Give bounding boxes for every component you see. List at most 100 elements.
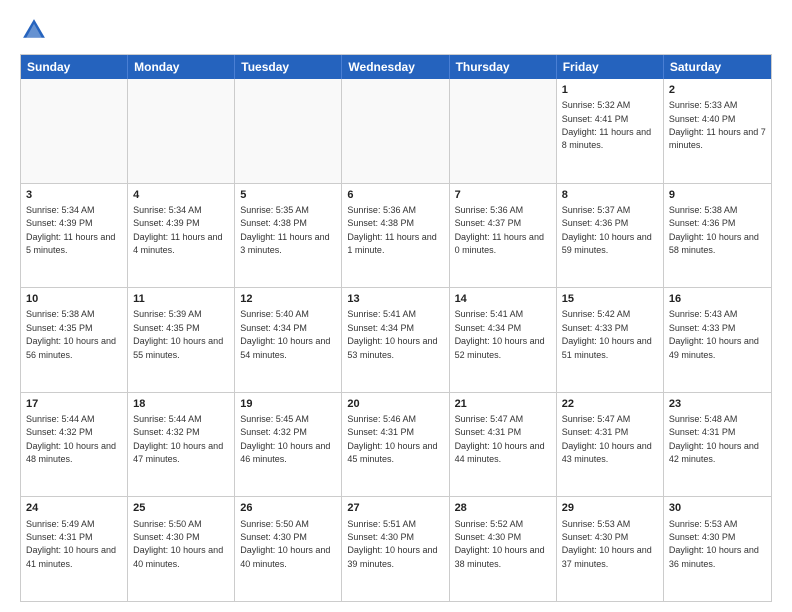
day-number: 23 — [669, 397, 766, 411]
calendar-cell: 24 Sunrise: 5:49 AMSunset: 4:31 PMDayligh… — [21, 497, 128, 601]
weekday-header: Saturday — [664, 55, 771, 79]
cell-text: Sunrise: 5:46 AMSunset: 4:31 PMDaylight:… — [347, 414, 437, 464]
day-number: 5 — [240, 188, 336, 202]
cell-text: Sunrise: 5:48 AMSunset: 4:31 PMDaylight:… — [669, 414, 759, 464]
calendar-row: 24 Sunrise: 5:49 AMSunset: 4:31 PMDayligh… — [21, 496, 771, 601]
cell-text: Sunrise: 5:53 AMSunset: 4:30 PMDaylight:… — [669, 519, 759, 569]
day-number: 27 — [347, 501, 443, 515]
cell-text: Sunrise: 5:32 AMSunset: 4:41 PMDaylight:… — [562, 100, 651, 150]
calendar-cell — [235, 79, 342, 183]
calendar-header: SundayMondayTuesdayWednesdayThursdayFrid… — [21, 55, 771, 79]
day-number: 30 — [669, 501, 766, 515]
day-number: 13 — [347, 292, 443, 306]
weekday-header: Monday — [128, 55, 235, 79]
day-number: 1 — [562, 83, 658, 97]
cell-text: Sunrise: 5:44 AMSunset: 4:32 PMDaylight:… — [26, 414, 116, 464]
calendar-cell: 15Sunrise: 5:42 AMSunset: 4:33 PMDayligh… — [557, 288, 664, 392]
calendar-cell: 2 Sunrise: 5:33 AMSunset: 4:40 PMDaylight… — [664, 79, 771, 183]
day-number: 29 — [562, 501, 658, 515]
calendar-cell: 20 Sunrise: 5:46 AMSunset: 4:31 PMDayligh… — [342, 393, 449, 497]
calendar-cell: 5 Sunrise: 5:35 AMSunset: 4:38 PMDaylight… — [235, 184, 342, 288]
logo-icon — [20, 16, 48, 44]
day-number: 28 — [455, 501, 551, 515]
calendar-cell: 27 Sunrise: 5:51 AMSunset: 4:30 PMDayligh… — [342, 497, 449, 601]
calendar-cell: 12 Sunrise: 5:40 AMSunset: 4:34 PMDayligh… — [235, 288, 342, 392]
day-number: 8 — [562, 188, 658, 202]
day-number: 18 — [133, 397, 229, 411]
day-number: 4 — [133, 188, 229, 202]
calendar-cell: 10 Sunrise: 5:38 AMSunset: 4:35 PMDayligh… — [21, 288, 128, 392]
cell-text: Sunrise: 5:52 AMSunset: 4:30 PMDaylight:… — [455, 519, 545, 569]
day-number: 16 — [669, 292, 766, 306]
day-number: 24 — [26, 501, 122, 515]
calendar-row: 1 Sunrise: 5:32 AMSunset: 4:41 PMDaylight… — [21, 79, 771, 183]
logo — [20, 16, 52, 44]
calendar-cell: 7Sunrise: 5:36 AMSunset: 4:37 PMDaylight… — [450, 184, 557, 288]
calendar-cell: 1 Sunrise: 5:32 AMSunset: 4:41 PMDaylight… — [557, 79, 664, 183]
cell-text: Sunrise: 5:36 AMSunset: 4:37 PMDaylight:… — [455, 205, 544, 255]
cell-text: Sunrise: 5:38 AMSunset: 4:35 PMDaylight:… — [26, 309, 116, 359]
day-number: 3 — [26, 188, 122, 202]
calendar-cell: 4 Sunrise: 5:34 AMSunset: 4:39 PMDaylight… — [128, 184, 235, 288]
day-number: 25 — [133, 501, 229, 515]
calendar-cell: 21 Sunrise: 5:47 AMSunset: 4:31 PMDayligh… — [450, 393, 557, 497]
cell-text: Sunrise: 5:49 AMSunset: 4:31 PMDaylight:… — [26, 519, 116, 569]
cell-text: Sunrise: 5:47 AMSunset: 4:31 PMDaylight:… — [562, 414, 652, 464]
day-number: 20 — [347, 397, 443, 411]
cell-text: Sunrise: 5:44 AMSunset: 4:32 PMDaylight:… — [133, 414, 223, 464]
page: SundayMondayTuesdayWednesdayThursdayFrid… — [0, 0, 792, 612]
cell-text: Sunrise: 5:41 AMSunset: 4:34 PMDaylight:… — [455, 309, 545, 359]
cell-text: Sunrise: 5:43 AMSunset: 4:33 PMDaylight:… — [669, 309, 759, 359]
calendar-cell: 9 Sunrise: 5:38 AMSunset: 4:36 PMDaylight… — [664, 184, 771, 288]
day-number: 12 — [240, 292, 336, 306]
cell-text: Sunrise: 5:47 AMSunset: 4:31 PMDaylight:… — [455, 414, 545, 464]
cell-text: Sunrise: 5:51 AMSunset: 4:30 PMDaylight:… — [347, 519, 437, 569]
cell-text: Sunrise: 5:33 AMSunset: 4:40 PMDaylight:… — [669, 100, 766, 150]
day-number: 11 — [133, 292, 229, 306]
calendar-cell — [21, 79, 128, 183]
day-number: 22 — [562, 397, 658, 411]
day-number: 21 — [455, 397, 551, 411]
calendar-cell: 19Sunrise: 5:45 AMSunset: 4:32 PMDayligh… — [235, 393, 342, 497]
calendar-cell — [450, 79, 557, 183]
cell-text: Sunrise: 5:35 AMSunset: 4:38 PMDaylight:… — [240, 205, 329, 255]
calendar-cell: 16 Sunrise: 5:43 AMSunset: 4:33 PMDayligh… — [664, 288, 771, 392]
weekday-header: Sunday — [21, 55, 128, 79]
calendar-cell: 8 Sunrise: 5:37 AMSunset: 4:36 PMDaylight… — [557, 184, 664, 288]
calendar-cell — [128, 79, 235, 183]
calendar-cell: 17 Sunrise: 5:44 AMSunset: 4:32 PMDayligh… — [21, 393, 128, 497]
day-number: 26 — [240, 501, 336, 515]
calendar-cell: 13 Sunrise: 5:41 AMSunset: 4:34 PMDayligh… — [342, 288, 449, 392]
cell-text: Sunrise: 5:34 AMSunset: 4:39 PMDaylight:… — [133, 205, 222, 255]
cell-text: Sunrise: 5:50 AMSunset: 4:30 PMDaylight:… — [133, 519, 223, 569]
cell-text: Sunrise: 5:41 AMSunset: 4:34 PMDaylight:… — [347, 309, 437, 359]
day-number: 9 — [669, 188, 766, 202]
cell-text: Sunrise: 5:53 AMSunset: 4:30 PMDaylight:… — [562, 519, 652, 569]
cell-text: Sunrise: 5:40 AMSunset: 4:34 PMDaylight:… — [240, 309, 330, 359]
cell-text: Sunrise: 5:38 AMSunset: 4:36 PMDaylight:… — [669, 205, 759, 255]
calendar-cell: 25 Sunrise: 5:50 AMSunset: 4:30 PMDayligh… — [128, 497, 235, 601]
day-number: 17 — [26, 397, 122, 411]
day-number: 19 — [240, 397, 336, 411]
day-number: 6 — [347, 188, 443, 202]
cell-text: Sunrise: 5:36 AMSunset: 4:38 PMDaylight:… — [347, 205, 436, 255]
cell-text: Sunrise: 5:39 AMSunset: 4:35 PMDaylight:… — [133, 309, 223, 359]
cell-text: Sunrise: 5:50 AMSunset: 4:30 PMDaylight:… — [240, 519, 330, 569]
calendar-cell: 18 Sunrise: 5:44 AMSunset: 4:32 PMDayligh… — [128, 393, 235, 497]
calendar-cell: 22 Sunrise: 5:47 AMSunset: 4:31 PMDayligh… — [557, 393, 664, 497]
weekday-header: Thursday — [450, 55, 557, 79]
cell-text: Sunrise: 5:37 AMSunset: 4:36 PMDaylight:… — [562, 205, 652, 255]
calendar-row: 17 Sunrise: 5:44 AMSunset: 4:32 PMDayligh… — [21, 392, 771, 497]
header — [20, 16, 772, 44]
day-number: 2 — [669, 83, 766, 97]
calendar-body: 1 Sunrise: 5:32 AMSunset: 4:41 PMDaylight… — [21, 79, 771, 601]
calendar-cell: 29 Sunrise: 5:53 AMSunset: 4:30 PMDayligh… — [557, 497, 664, 601]
calendar-cell: 14 Sunrise: 5:41 AMSunset: 4:34 PMDayligh… — [450, 288, 557, 392]
day-number: 14 — [455, 292, 551, 306]
day-number: 10 — [26, 292, 122, 306]
calendar-cell: 3Sunrise: 5:34 AMSunset: 4:39 PMDaylight… — [21, 184, 128, 288]
day-number: 15 — [562, 292, 658, 306]
calendar-cell: 28 Sunrise: 5:52 AMSunset: 4:30 PMDayligh… — [450, 497, 557, 601]
calendar: SundayMondayTuesdayWednesdayThursdayFrid… — [20, 54, 772, 602]
weekday-header: Tuesday — [235, 55, 342, 79]
